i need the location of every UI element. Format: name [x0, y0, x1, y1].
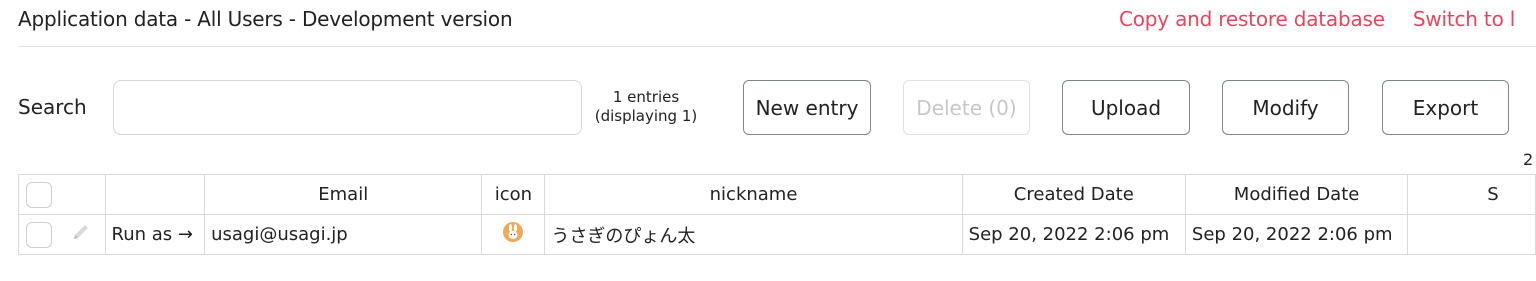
column-header-extra[interactable]: S	[1407, 174, 1536, 215]
entries-count: 1 entries (displaying 1)	[590, 88, 702, 126]
export-button[interactable]: Export	[1382, 80, 1509, 135]
row-select-cell	[18, 214, 106, 255]
header-divider	[18, 46, 1536, 47]
new-entry-button[interactable]: New entry	[743, 80, 871, 135]
column-header-nickname[interactable]: nickname	[544, 174, 963, 215]
table-header-row: Email icon nickname Created Date Modifie…	[18, 174, 1536, 215]
search-input[interactable]	[113, 80, 582, 135]
entries-count-text: 1 entries	[612, 88, 680, 106]
cell-email: usagi@usagi.jp	[204, 214, 483, 255]
cell-extra	[1407, 214, 1536, 255]
cell-created-date: Sep 20, 2022 2:06 pm	[961, 214, 1186, 255]
run-as-link[interactable]: Run as →	[104, 214, 206, 255]
cell-modified-date: Sep 20, 2022 2:06 pm	[1184, 214, 1409, 255]
select-all-checkbox[interactable]	[26, 181, 52, 208]
modify-button[interactable]: Modify	[1222, 80, 1349, 135]
table-row: Run as → usagi@usagi.jp うさぎのぴょん太 Sep 20,…	[18, 214, 1536, 255]
column-header-actions	[104, 174, 206, 215]
rabbit-avatar-icon	[502, 221, 524, 248]
page-title: Application data - All Users - Developme…	[18, 7, 513, 31]
header-links: Copy and restore database Switch to l	[1119, 7, 1515, 31]
row-checkbox[interactable]	[26, 221, 52, 248]
cell-icon	[481, 214, 546, 255]
copy-restore-database-link[interactable]: Copy and restore database	[1119, 7, 1385, 31]
column-header-icon[interactable]: icon	[481, 174, 546, 215]
data-table: Email icon nickname Created Date Modifie…	[18, 174, 1536, 255]
search-label: Search	[18, 95, 87, 119]
page-number: 2	[1523, 150, 1534, 169]
column-header-modified-date[interactable]: Modified Date	[1184, 174, 1409, 215]
cell-nickname: うさぎのぴょん太	[544, 214, 963, 255]
select-all-header	[18, 174, 106, 215]
delete-button[interactable]: Delete (0)	[903, 80, 1030, 135]
pencil-icon[interactable]	[70, 221, 92, 248]
upload-button[interactable]: Upload	[1062, 80, 1190, 135]
column-header-email[interactable]: Email	[204, 174, 483, 215]
switch-version-link[interactable]: Switch to l	[1413, 7, 1515, 31]
column-header-created-date[interactable]: Created Date	[961, 174, 1186, 215]
entries-display-text: (displaying 1)	[594, 107, 698, 125]
